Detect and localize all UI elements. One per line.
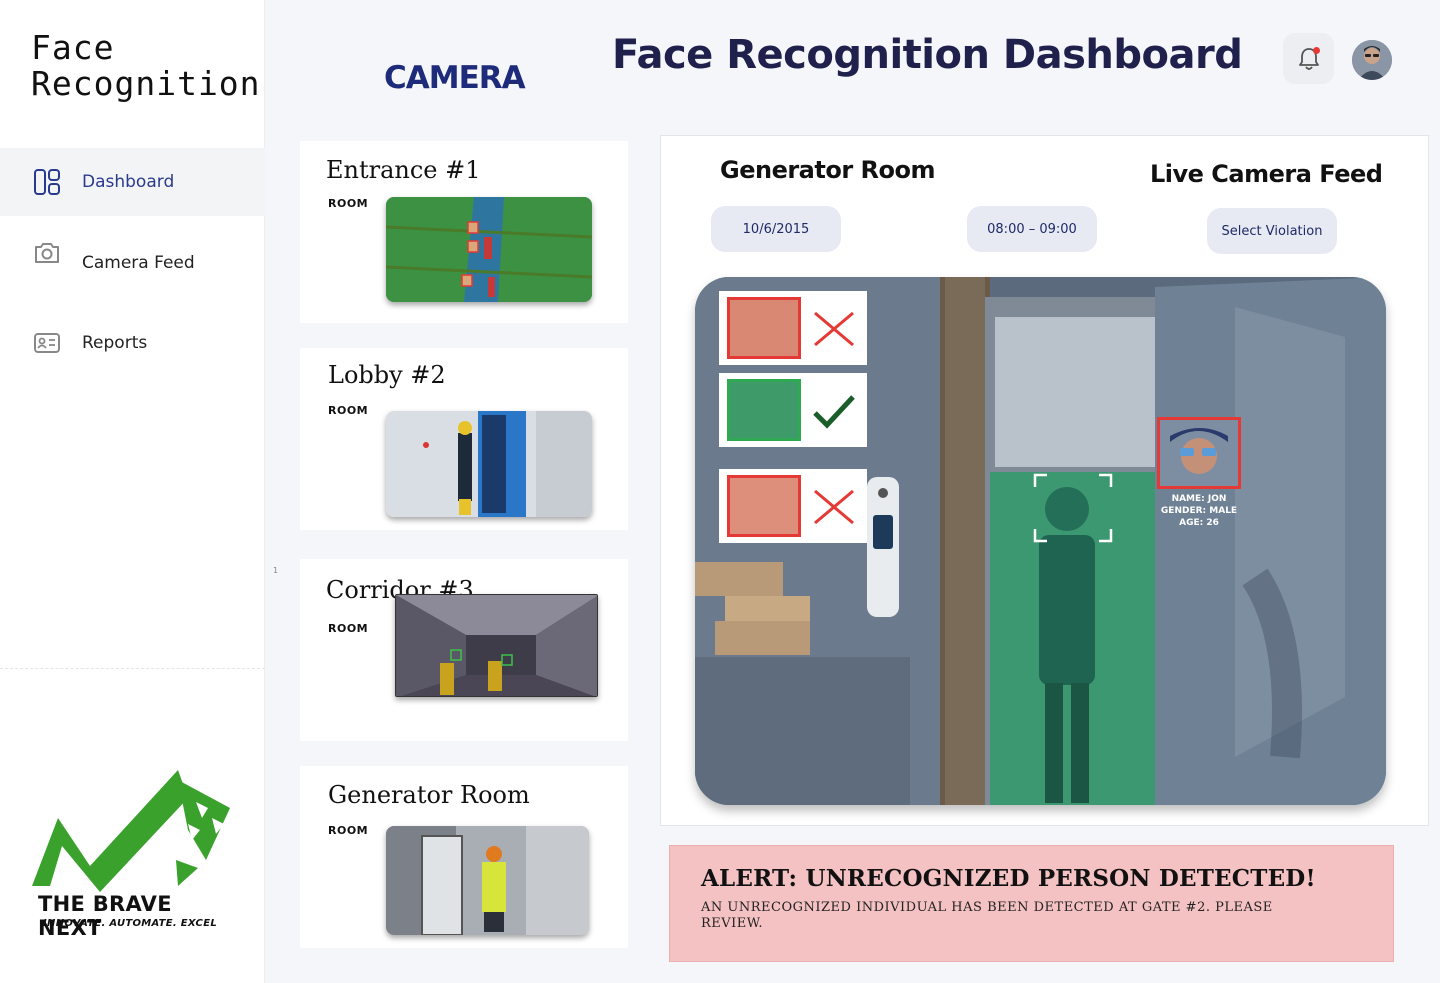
camera-card-generator[interactable]: Generator Room ROOM bbox=[300, 766, 628, 948]
app-title: Face Recognition bbox=[31, 30, 261, 102]
detected-face-image bbox=[1170, 428, 1228, 474]
face-check-row bbox=[719, 469, 867, 543]
detected-face-box bbox=[1157, 417, 1241, 489]
brand-logo: THE BRAVE NEXT INNOVATE. AUTOMATE. EXCEL bbox=[28, 768, 238, 940]
app-title-line1: Face bbox=[31, 28, 115, 67]
alert-banner: ALERT: UNRECOGNIZED PERSON DETECTED! An … bbox=[669, 845, 1394, 962]
live-camera-panel: Generator Room Live Camera Feed 10/6/201… bbox=[660, 135, 1429, 826]
lobby-scene-image bbox=[386, 411, 592, 517]
checkmark-icon bbox=[813, 395, 855, 429]
brand-logo-name: THE BRAVE NEXT bbox=[38, 892, 172, 940]
sidebar-item-label: Dashboard bbox=[82, 172, 175, 192]
sidebar-item-label: Camera Feed bbox=[82, 253, 195, 273]
face-check-row bbox=[719, 373, 867, 447]
notifications-button[interactable] bbox=[1283, 33, 1334, 84]
notification-dot bbox=[1313, 47, 1320, 54]
detected-age: AGE: 26 bbox=[1179, 518, 1219, 528]
corridor-scene-image bbox=[396, 595, 597, 696]
camera-name: Generator Room bbox=[328, 781, 530, 809]
app-title-line2: Recognition bbox=[31, 64, 261, 103]
sidebar-item-camera-feed[interactable]: Camera Feed bbox=[0, 229, 265, 297]
sidebar-divider bbox=[0, 668, 265, 669]
sidebar: Face Recognition Dashboard Camera Feed R… bbox=[0, 0, 265, 983]
cross-icon bbox=[814, 489, 854, 525]
live-room-title: Generator Room bbox=[720, 156, 936, 184]
brand-logo-tagline: INNOVATE. AUTOMATE. EXCEL bbox=[43, 918, 218, 929]
user-avatar-icon bbox=[1352, 40, 1392, 80]
camera-thumbnail[interactable] bbox=[395, 594, 598, 697]
page-title: Face Recognition Dashboard bbox=[612, 32, 1243, 78]
live-camera-feed[interactable]: NAME: JON GENDER: MALE AGE: 26 bbox=[695, 277, 1386, 805]
sidebar-item-dashboard[interactable]: Dashboard bbox=[0, 148, 265, 216]
camera-type: ROOM bbox=[328, 622, 369, 635]
dashboard-icon bbox=[34, 169, 60, 195]
violation-select[interactable]: Select Violation bbox=[1207, 208, 1337, 254]
face-thumbnail bbox=[727, 475, 801, 537]
sidebar-item-label: Reports bbox=[82, 333, 148, 353]
alert-message: An unrecognized individual has been dete… bbox=[701, 900, 1273, 931]
stray-mark: 1 bbox=[273, 566, 279, 575]
camera-card-corridor[interactable]: Corridor #3 ROOM bbox=[300, 559, 628, 741]
camera-icon bbox=[35, 243, 59, 263]
avatar[interactable] bbox=[1352, 40, 1392, 80]
camera-type: ROOM bbox=[328, 404, 369, 417]
detected-name: NAME: JON bbox=[1171, 494, 1227, 504]
detected-person-info: NAME: JON GENDER: MALE AGE: 26 bbox=[1147, 493, 1251, 529]
camera-card-entrance[interactable]: Entrance #1 ROOM bbox=[300, 141, 628, 323]
sidebar-item-reports[interactable]: Reports bbox=[0, 309, 265, 377]
face-thumbnail bbox=[727, 297, 801, 359]
cross-icon bbox=[814, 311, 854, 347]
brand-logo-mark bbox=[32, 770, 230, 892]
detected-gender: GENDER: MALE bbox=[1160, 506, 1238, 516]
time-range-picker[interactable]: 08:00 – 09:00 bbox=[967, 206, 1097, 252]
camera-name: Lobby #2 bbox=[328, 361, 446, 389]
camera-type: ROOM bbox=[328, 824, 369, 837]
live-feed-heading: Live Camera Feed bbox=[1150, 160, 1383, 188]
camera-card-lobby[interactable]: Lobby #2 ROOM bbox=[300, 348, 628, 530]
camera-name: Entrance #1 bbox=[326, 156, 481, 184]
camera-type: ROOM bbox=[328, 197, 369, 210]
camera-thumbnail[interactable] bbox=[386, 826, 589, 935]
face-check-row bbox=[719, 291, 867, 365]
factory-scene-image bbox=[386, 197, 592, 302]
camera-thumbnail[interactable] bbox=[386, 197, 592, 302]
date-picker[interactable]: 10/6/2015 bbox=[711, 206, 841, 252]
section-heading: CAMERA bbox=[384, 60, 526, 96]
face-thumbnail bbox=[727, 379, 801, 441]
alert-title: ALERT: UNRECOGNIZED PERSON DETECTED! bbox=[701, 865, 1316, 892]
generator-scene-image bbox=[386, 826, 589, 935]
id-card-icon bbox=[34, 333, 60, 353]
camera-thumbnail[interactable] bbox=[386, 411, 592, 517]
